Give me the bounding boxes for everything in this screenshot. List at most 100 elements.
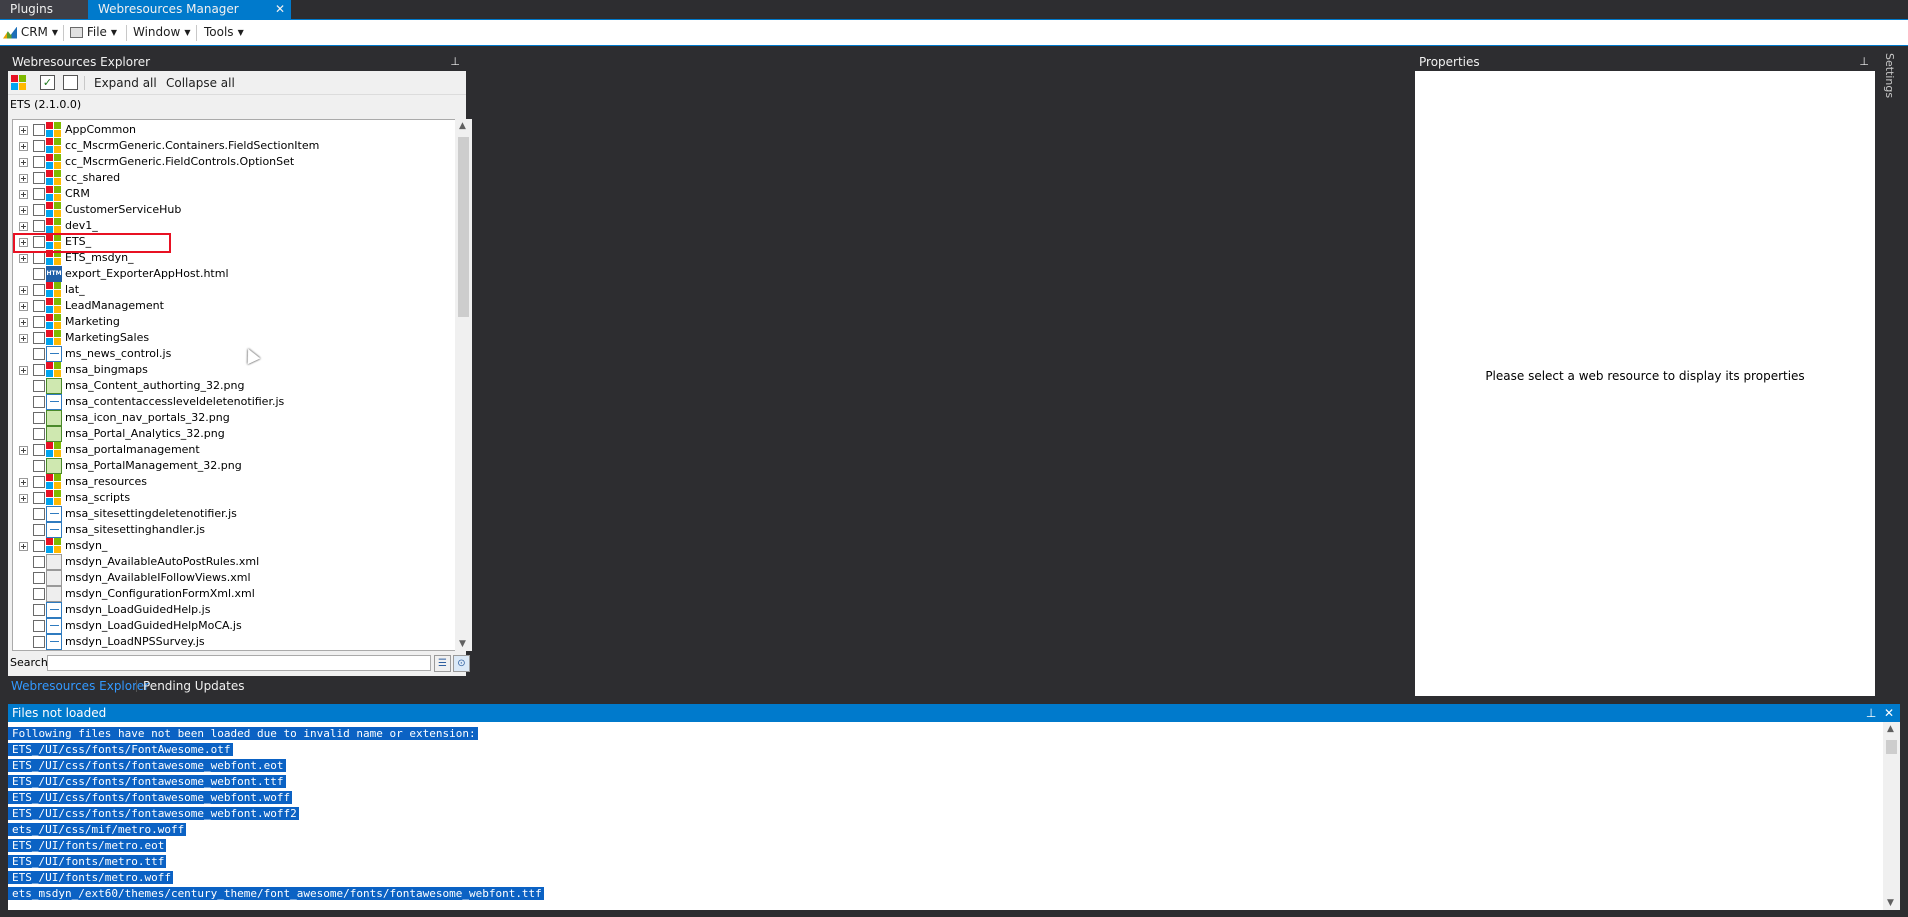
expand-icon[interactable] (19, 254, 28, 263)
explorer-title: Webresources Explorer (12, 55, 151, 69)
tree-item-checkbox[interactable] (33, 284, 45, 296)
expand-icon[interactable] (19, 174, 28, 183)
tree-item-checkbox[interactable] (33, 476, 45, 488)
tree-item-checkbox[interactable] (33, 156, 45, 168)
file-line: ETS_/UI/css/fonts/FontAwesome.otf (8, 742, 1883, 758)
menu-tools[interactable]: Tools ▼ (204, 20, 244, 45)
tree-item-checkbox[interactable] (33, 508, 45, 520)
tree-item-checkbox[interactable] (33, 268, 45, 280)
tree-item-checkbox[interactable] (33, 636, 45, 648)
tree-item-checkbox[interactable] (33, 588, 45, 600)
expand-icon[interactable] (19, 366, 28, 375)
expand-icon[interactable] (19, 302, 28, 311)
tree-item-label: dev1_ (65, 219, 98, 232)
tree-item-checkbox[interactable] (33, 604, 45, 616)
tree-item-label: msa_bingmaps (65, 363, 148, 376)
expand-icon[interactable] (19, 222, 28, 231)
expand-icon[interactable] (19, 478, 28, 487)
menu-crm[interactable]: CRM ▼ (3, 20, 58, 45)
expand-icon[interactable] (19, 158, 28, 167)
tree-item-checkbox[interactable] (33, 380, 45, 392)
tree-item-checkbox[interactable] (33, 172, 45, 184)
tree-item-checkbox[interactable] (33, 428, 45, 440)
scroll-thumb[interactable] (1886, 740, 1897, 754)
file-line-text: ETS_/UI/css/fonts/FontAwesome.otf (8, 743, 233, 756)
tree-item-checkbox[interactable] (33, 204, 45, 216)
file-line: ETS_/UI/fonts/metro.eot (8, 838, 1883, 854)
tab-pending-updates[interactable]: Pending Updates (143, 677, 245, 695)
files-scrollbar[interactable]: ▲ ▼ (1883, 722, 1900, 910)
tree-item-checkbox[interactable] (33, 252, 45, 264)
search-options-icon[interactable]: ⊙ (453, 655, 470, 672)
file-line-text: ETS_/UI/css/fonts/fontawesome_webfont.wo… (8, 807, 299, 820)
tab-webresources-explorer[interactable]: Webresources Explorer (11, 677, 149, 695)
expand-icon[interactable] (19, 190, 28, 199)
tree-item-checkbox[interactable] (33, 124, 45, 136)
tree-item-checkbox[interactable] (33, 556, 45, 568)
expand-icon[interactable] (19, 542, 28, 551)
scroll-thumb[interactable] (458, 137, 469, 317)
menu-separator (63, 25, 64, 41)
tree-item-checkbox[interactable] (33, 220, 45, 232)
expand-icon[interactable] (19, 494, 28, 503)
expand-icon[interactable] (19, 286, 28, 295)
pin-icon[interactable]: ⊥ (1859, 53, 1869, 71)
tree-item-checkbox[interactable] (33, 540, 45, 552)
menu-window[interactable]: Window ▼ (133, 20, 190, 45)
check-all-icon[interactable]: ✓ (40, 75, 55, 90)
expand-icon[interactable] (19, 206, 28, 215)
tree-item-checkbox[interactable] (33, 332, 45, 344)
tree-item-checkbox[interactable] (33, 316, 45, 328)
close-icon[interactable]: ✕ (275, 0, 285, 19)
scroll-up-icon[interactable]: ▲ (1887, 724, 1894, 734)
search-input[interactable] (47, 655, 431, 671)
settings-side-tab[interactable]: Settings (1878, 53, 1900, 133)
files-not-loaded-text[interactable]: Following files have not been loaded due… (8, 722, 1883, 910)
search-label: Search (10, 656, 48, 669)
scroll-down-icon[interactable]: ▼ (459, 639, 466, 649)
tree-item-checkbox[interactable] (33, 396, 45, 408)
crm-logo-icon (3, 26, 17, 39)
tree-item-checkbox[interactable] (33, 492, 45, 504)
expand-all-button[interactable]: Expand all (94, 71, 157, 95)
xml-file-icon (46, 570, 62, 586)
tree-item-label: export_ExporterAppHost.html (65, 267, 229, 280)
menu-separator (196, 25, 197, 41)
webresource-types-icon[interactable] (11, 75, 26, 90)
collapse-all-button[interactable]: Collapse all (166, 71, 235, 95)
expand-icon[interactable] (19, 318, 28, 327)
scroll-down-icon[interactable]: ▼ (1887, 898, 1894, 908)
tree-item-checkbox[interactable] (33, 412, 45, 424)
tree-item-checkbox[interactable] (33, 620, 45, 632)
uncheck-all-icon[interactable] (63, 75, 78, 90)
menu-file[interactable]: File ▼ (70, 20, 117, 45)
tree-item-checkbox[interactable] (33, 524, 45, 536)
tree-scrollbar[interactable]: ▲ ▼ (455, 119, 472, 651)
tab-plugins-label: Plugins (10, 2, 53, 16)
expand-icon[interactable] (19, 126, 28, 135)
scroll-up-icon[interactable]: ▲ (459, 121, 466, 131)
tree-item-checkbox[interactable] (33, 348, 45, 360)
expand-icon[interactable] (19, 142, 28, 151)
pin-icon[interactable]: ⊥ (450, 53, 460, 71)
js-file-icon (46, 634, 62, 650)
tab-webresources-manager[interactable]: Webresources Manager (San... ✕ (88, 0, 291, 35)
tab-plugins[interactable]: Plugins (0, 0, 88, 19)
tree-item-checkbox[interactable] (33, 444, 45, 456)
filter-icon[interactable]: ☰ (434, 655, 451, 672)
webresources-tree[interactable]: AppCommon cc_MscrmGeneric.Containers.Fiel… (12, 119, 459, 651)
tree-item-checkbox[interactable] (33, 140, 45, 152)
file-line: ETS_/UI/fonts/metro.woff (8, 870, 1883, 886)
tree-item-checkbox[interactable] (33, 188, 45, 200)
pin-icon[interactable]: ⊥ (1866, 706, 1876, 720)
expand-icon[interactable] (19, 334, 28, 343)
tree-item-checkbox[interactable] (33, 460, 45, 472)
file-line-text: ETS_/UI/css/fonts/fontawesome_webfont.wo… (8, 791, 293, 804)
document-tab-strip: Plugins Webresources Manager (San... ✕ (0, 0, 1908, 35)
xml-file-icon (46, 586, 62, 602)
tree-item-checkbox[interactable] (33, 364, 45, 376)
tree-item-checkbox[interactable] (33, 300, 45, 312)
close-icon[interactable]: ✕ (1884, 706, 1894, 720)
tree-item-checkbox[interactable] (33, 572, 45, 584)
expand-icon[interactable] (19, 446, 28, 455)
